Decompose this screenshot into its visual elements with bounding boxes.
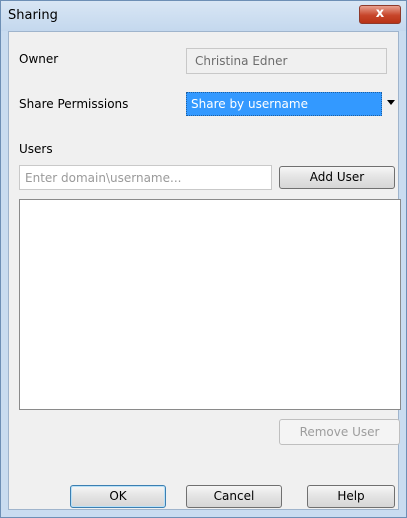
add-user-button[interactable]: Add User (279, 166, 395, 189)
close-button[interactable]: x (359, 5, 401, 24)
users-list[interactable] (19, 199, 401, 410)
share-permissions-dropdown[interactable]: Share by username (186, 92, 400, 116)
username-input[interactable]: Enter domain\username... (19, 165, 272, 190)
owner-label: Owner (19, 52, 59, 66)
remove-user-button[interactable]: Remove User (279, 419, 400, 445)
close-icon: x (375, 6, 385, 21)
dialog-body: Owner Christina Edner Share Permissions … (8, 31, 401, 510)
chevron-down-icon[interactable] (387, 100, 395, 105)
share-permissions-label: Share Permissions (19, 97, 129, 111)
window-title: Sharing (8, 8, 58, 23)
help-button[interactable]: Help (307, 485, 395, 508)
users-label: Users (19, 142, 53, 156)
cancel-button[interactable]: Cancel (186, 485, 282, 508)
sharing-dialog: Sharing x Owner Christina Edner Share Pe… (0, 0, 407, 518)
share-permissions-selected[interactable]: Share by username (186, 92, 382, 116)
title-bar[interactable]: Sharing x (1, 1, 406, 31)
ok-button[interactable]: OK (70, 485, 166, 508)
owner-field: Christina Edner (186, 48, 387, 74)
